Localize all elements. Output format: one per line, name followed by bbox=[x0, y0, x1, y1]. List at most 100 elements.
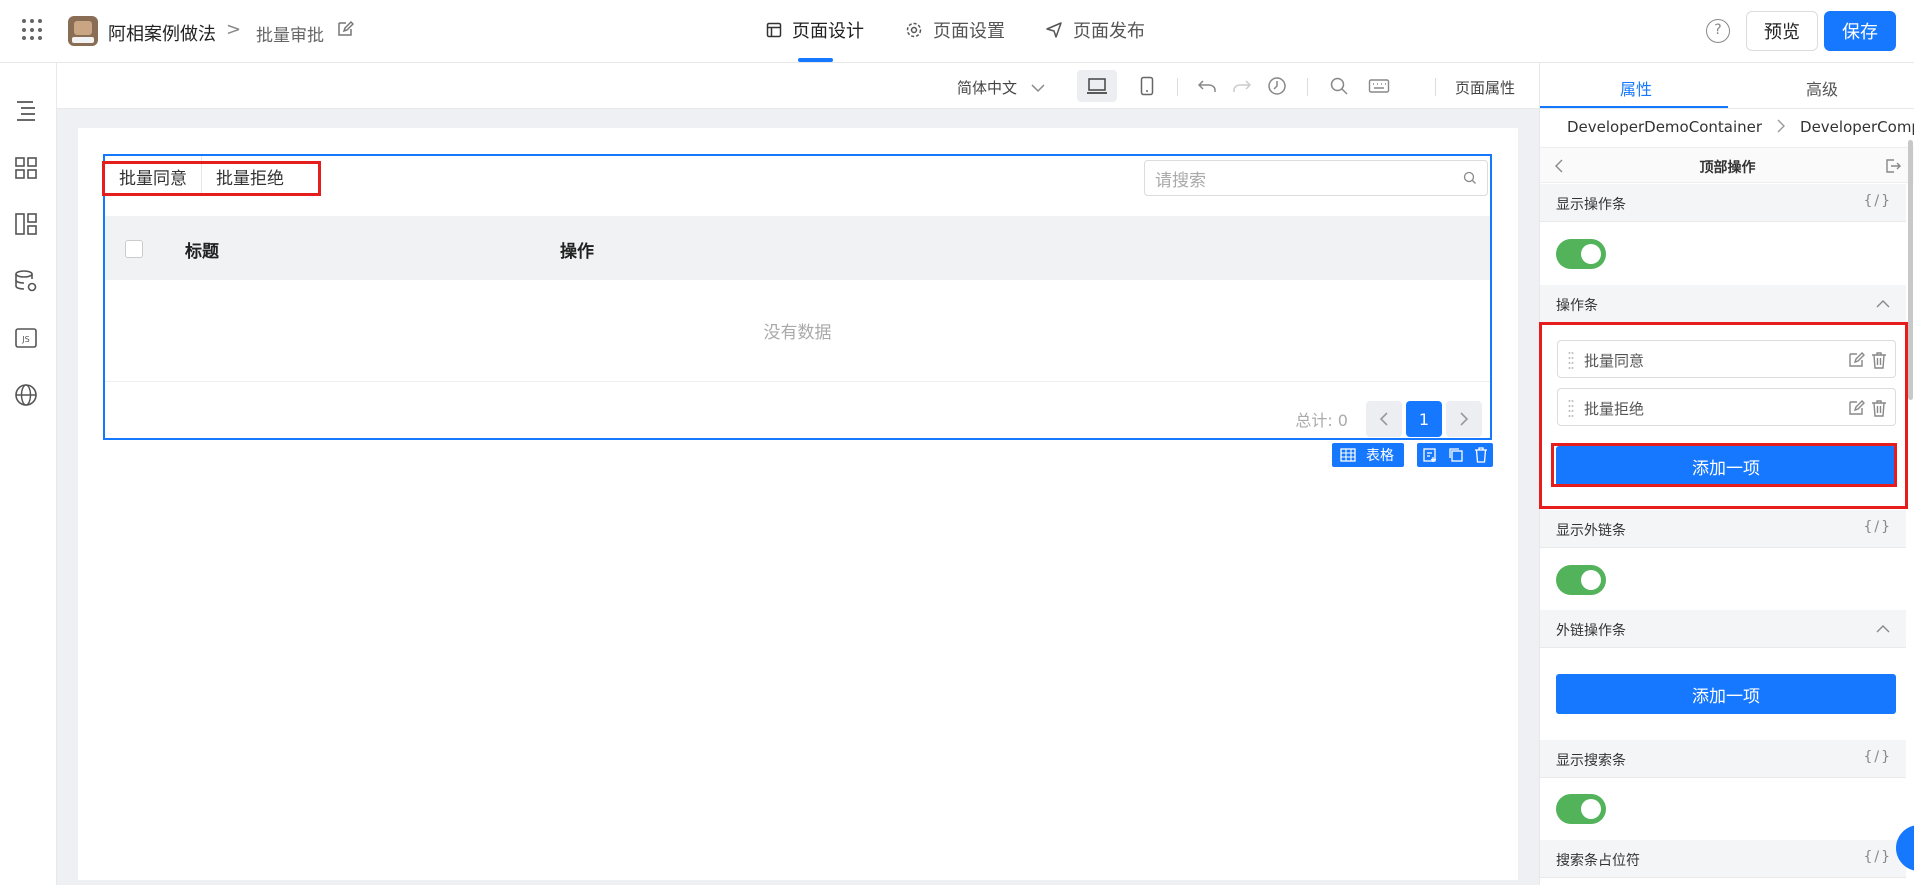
page-name: 批量审批 bbox=[256, 26, 324, 46]
chevron-left-icon bbox=[1379, 412, 1388, 426]
next-page-button[interactable] bbox=[1446, 401, 1482, 437]
section-label: 操作条 bbox=[1556, 298, 1598, 314]
show-toolbar-toggle[interactable] bbox=[1556, 239, 1606, 269]
breadcrumb-item[interactable]: DeveloperDemoContainer bbox=[1567, 118, 1762, 136]
clock-icon bbox=[1268, 77, 1286, 95]
chevron-down-icon bbox=[1031, 83, 1045, 92]
component-type-label[interactable]: 表格 bbox=[1332, 443, 1404, 467]
tab-label: 页面设置 bbox=[933, 21, 1005, 42]
top-bar: 阿相案例做法 > 批量审批 页面设计 页面设置 页面发布 ? 预览 保存 bbox=[0, 0, 1914, 63]
insert-icon[interactable] bbox=[1422, 447, 1438, 463]
page-button-current[interactable]: 1 bbox=[1406, 401, 1442, 437]
show-link-bar-header: 显示外链条 {/} bbox=[1540, 510, 1906, 548]
active-tab-indicator bbox=[798, 58, 833, 62]
component-actions bbox=[1417, 443, 1493, 467]
delete-icon[interactable] bbox=[1474, 447, 1488, 463]
table-header: 标题 操作 bbox=[105, 216, 1490, 280]
search-icon bbox=[1330, 77, 1348, 95]
laptop-icon bbox=[1087, 78, 1107, 94]
apps-grid-icon[interactable] bbox=[22, 19, 44, 41]
panel-tabs: 属性 高级 bbox=[1540, 63, 1914, 109]
subsection-header: 顶部操作 bbox=[1540, 147, 1914, 183]
redo-button[interactable] bbox=[1222, 70, 1262, 102]
search-icon[interactable] bbox=[1463, 171, 1477, 185]
show-search-header: 显示搜索条 {/} bbox=[1540, 740, 1906, 778]
panel-scrollbar[interactable] bbox=[1908, 140, 1913, 400]
section-label: 显示外链条 bbox=[1556, 523, 1626, 539]
code-binding-icon[interactable]: {/} bbox=[1863, 849, 1892, 865]
tab-page-design[interactable]: 页面设计 bbox=[766, 18, 864, 42]
search-components-button[interactable] bbox=[1319, 70, 1359, 102]
toolbar-divider bbox=[1177, 78, 1178, 96]
editor-toolbar: 简体中文 页面属性 bbox=[57, 63, 1539, 109]
app-logo bbox=[68, 16, 98, 46]
preview-button[interactable]: 预览 bbox=[1746, 11, 1818, 51]
component-breadcrumb: DeveloperDemoContainer DeveloperCompone bbox=[1567, 118, 1914, 136]
table-icon bbox=[1340, 448, 1356, 462]
layout-icon bbox=[766, 22, 782, 38]
code-binding-icon[interactable]: {/} bbox=[1863, 193, 1892, 209]
breadcrumb-separator: > bbox=[226, 19, 242, 40]
section-label: 搜索条占位符 bbox=[1556, 853, 1640, 869]
gear-icon bbox=[906, 22, 922, 38]
history-button[interactable] bbox=[1257, 70, 1297, 102]
show-link-bar-toggle[interactable] bbox=[1556, 565, 1606, 595]
tab-label: 页面发布 bbox=[1073, 21, 1145, 42]
column-header-actions: 操作 bbox=[560, 242, 594, 262]
search-placeholder: 请搜索 bbox=[1155, 170, 1206, 191]
section-label: 外链操作条 bbox=[1556, 623, 1626, 639]
language-select[interactable]: 简体中文 bbox=[957, 77, 1045, 98]
column-header-title: 标题 bbox=[185, 242, 219, 262]
send-icon bbox=[1046, 22, 1062, 38]
outline-tree-icon[interactable] bbox=[13, 97, 39, 123]
undo-button[interactable] bbox=[1187, 70, 1227, 102]
tab-page-publish[interactable]: 页面发布 bbox=[1045, 18, 1145, 42]
highlight-box-operations bbox=[102, 161, 321, 196]
tab-page-settings[interactable]: 页面设置 bbox=[905, 18, 1005, 42]
desktop-view-button[interactable] bbox=[1077, 70, 1117, 102]
tab-properties[interactable]: 属性 bbox=[1620, 76, 1652, 100]
undo-icon bbox=[1197, 80, 1216, 92]
table-search-input[interactable]: 请搜索 bbox=[1144, 160, 1488, 196]
link-section-header[interactable]: 外链操作条 bbox=[1540, 610, 1906, 648]
save-button[interactable]: 保存 bbox=[1824, 11, 1896, 51]
exit-icon[interactable] bbox=[1885, 158, 1901, 174]
table-component[interactable]: 批量同意 批量拒绝 请搜索 标题 操作 没有数据 总计: 0 1 bbox=[103, 154, 1492, 440]
data-source-icon[interactable] bbox=[13, 268, 39, 294]
redo-icon bbox=[1233, 80, 1252, 92]
tab-advanced[interactable]: 高级 bbox=[1806, 76, 1838, 100]
breadcrumb-item[interactable]: DeveloperCompone bbox=[1800, 118, 1914, 136]
page-properties-link[interactable]: 页面属性 bbox=[1455, 77, 1515, 98]
total-count: 总计: 0 bbox=[1295, 411, 1348, 430]
keyboard-icon bbox=[1368, 79, 1390, 93]
show-search-toggle[interactable] bbox=[1556, 794, 1606, 824]
globe-icon[interactable] bbox=[13, 382, 39, 408]
edit-icon[interactable] bbox=[336, 20, 354, 38]
mobile-icon bbox=[1140, 76, 1154, 96]
javascript-icon[interactable]: JS bbox=[13, 325, 39, 351]
component-type-text: 表格 bbox=[1366, 448, 1394, 464]
select-all-checkbox[interactable] bbox=[125, 240, 143, 258]
help-icon[interactable]: ? bbox=[1706, 19, 1730, 43]
chevron-right-icon bbox=[1460, 412, 1469, 426]
language-label: 简体中文 bbox=[957, 79, 1018, 97]
chevron-up-icon bbox=[1876, 300, 1890, 308]
show-toolbar-header: 显示操作条 {/} bbox=[1540, 184, 1906, 222]
app-name[interactable]: 阿相案例做法 bbox=[108, 20, 216, 46]
toolbar-divider bbox=[1435, 78, 1436, 96]
shortcuts-button[interactable] bbox=[1359, 70, 1399, 102]
active-tab-indicator bbox=[1540, 106, 1728, 108]
layout-templates-icon[interactable] bbox=[13, 211, 39, 237]
chevron-right-icon bbox=[1777, 119, 1786, 133]
components-icon[interactable] bbox=[13, 155, 39, 181]
subsection-title: 顶部操作 bbox=[1699, 160, 1756, 176]
copy-icon[interactable] bbox=[1448, 447, 1464, 463]
prev-page-button[interactable] bbox=[1366, 401, 1402, 437]
left-sidebar: JS bbox=[0, 63, 57, 885]
code-binding-icon[interactable]: {/} bbox=[1863, 519, 1892, 535]
code-binding-icon[interactable]: {/} bbox=[1863, 749, 1892, 765]
add-link-item-button[interactable]: 添加一项 bbox=[1556, 674, 1896, 714]
tab-label: 页面设计 bbox=[792, 21, 864, 42]
toolbar-section-header[interactable]: 操作条 bbox=[1540, 285, 1906, 323]
mobile-view-button[interactable] bbox=[1127, 70, 1167, 102]
